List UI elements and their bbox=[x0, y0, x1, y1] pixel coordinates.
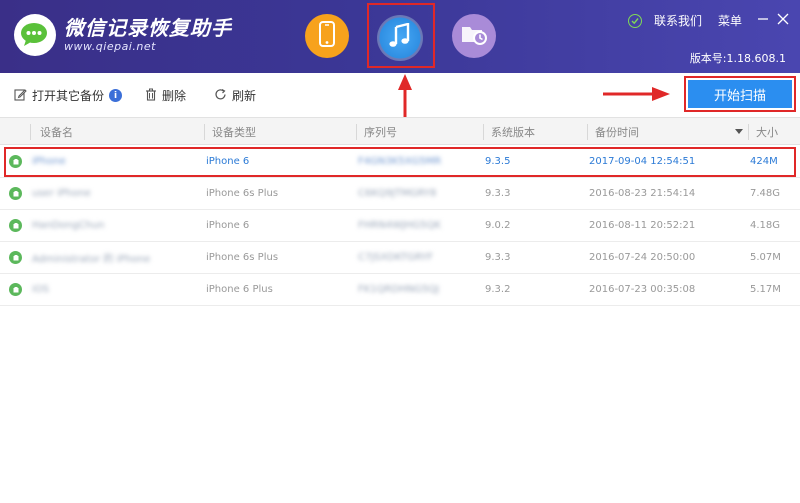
backup-size: 7.48G bbox=[750, 188, 781, 199]
column-header-backup-time[interactable]: 备份时间 bbox=[587, 125, 639, 139]
table-row[interactable]: iPhone iPhone 6 F4GN3K5XG5MR 9.3.5 2017-… bbox=[0, 146, 800, 178]
app-url: www.qiepai.net bbox=[64, 40, 156, 53]
minimize-icon bbox=[757, 13, 769, 28]
menu-link[interactable]: 菜单 bbox=[718, 12, 742, 29]
device-type: iPhone 6s Plus bbox=[206, 252, 279, 263]
start-scan-button[interactable]: 开始扫描 bbox=[688, 80, 792, 108]
device-icon bbox=[9, 251, 22, 264]
os-version: 9.3.2 bbox=[485, 284, 511, 295]
device-icon bbox=[9, 155, 22, 168]
device-type: iPhone 6 bbox=[206, 156, 250, 167]
folder-clock-icon bbox=[460, 22, 488, 50]
os-version: 9.3.5 bbox=[485, 156, 511, 167]
itunes-highlight-box bbox=[367, 3, 435, 68]
serial-number: F4GN3K5XG5MR bbox=[358, 156, 442, 167]
table-row[interactable]: user iPhone iPhone 6s Plus C6KQ9JTMGRY8 … bbox=[0, 178, 800, 210]
app-window: 微信记录恢复助手 www.qiepai.net 联系我们 菜单 版本号:1.18… bbox=[0, 0, 800, 503]
close-button[interactable] bbox=[776, 13, 790, 28]
column-header-device-name[interactable]: 设备名 bbox=[32, 125, 73, 139]
backup-size: 5.07M bbox=[750, 252, 781, 263]
table-row[interactable]: iOS iPhone 6 Plus FK1QRDHNG5QJ 9.3.2 201… bbox=[0, 274, 800, 306]
table-row[interactable]: HanDongChun iPhone 6 FHRN4WJHG5QK 9.0.2 … bbox=[0, 210, 800, 242]
column-header-device-type[interactable]: 设备类型 bbox=[204, 125, 256, 139]
device-name: user iPhone bbox=[32, 188, 91, 199]
device-icon bbox=[9, 283, 22, 296]
table-row[interactable]: Administrator 的 iPhone iPhone 6s Plus C7… bbox=[0, 242, 800, 274]
device-name: Administrator 的 iPhone bbox=[32, 254, 151, 265]
delete-label: 删除 bbox=[162, 89, 187, 103]
app-logo: 微信记录恢复助手 www.qiepai.net bbox=[14, 14, 232, 56]
backup-time: 2017-09-04 12:54:51 bbox=[589, 156, 696, 167]
backup-size: 5.17M bbox=[750, 284, 781, 295]
open-other-backup-button[interactable]: 打开其它备份 i bbox=[14, 87, 123, 104]
serial-number: FHRN4WJHG5QK bbox=[358, 220, 441, 231]
device-type: iPhone 6s Plus bbox=[206, 188, 279, 199]
device-type: iPhone 6 bbox=[206, 220, 250, 231]
device-name: iPhone bbox=[32, 156, 66, 167]
device-name: iOS bbox=[32, 284, 49, 295]
backup-list: iPhone iPhone 6 F4GN3K5XG5MR 9.3.5 2017-… bbox=[0, 146, 800, 306]
column-header-serial[interactable]: 序列号 bbox=[356, 125, 397, 139]
delete-button[interactable]: 删除 bbox=[145, 87, 186, 104]
backup-size: 424M bbox=[750, 156, 778, 167]
backup-time: 2016-07-24 20:50:00 bbox=[589, 252, 696, 263]
app-title: 微信记录恢复助手 bbox=[64, 16, 232, 40]
refresh-button[interactable]: 刷新 bbox=[214, 87, 256, 104]
column-header-size[interactable]: 大小 bbox=[748, 125, 778, 139]
os-version: 9.3.3 bbox=[485, 252, 511, 263]
serial-number: C6KQ9JTMGRY8 bbox=[358, 188, 437, 199]
device-name: HanDongChun bbox=[32, 220, 105, 231]
backup-time: 2016-08-11 20:52:21 bbox=[589, 220, 696, 231]
sort-descending-icon[interactable] bbox=[735, 129, 743, 134]
toolbar: 打开其它备份 i 删除 刷新 bbox=[0, 73, 800, 117]
os-version: 9.3.3 bbox=[485, 188, 511, 199]
minimize-button[interactable] bbox=[756, 14, 770, 28]
backup-size: 4.18G bbox=[750, 220, 781, 231]
refresh-icon bbox=[214, 88, 232, 104]
version-label: 版本号:1.18.608.1 bbox=[689, 52, 786, 65]
os-version: 9.0.2 bbox=[485, 220, 511, 231]
trash-icon bbox=[145, 88, 162, 104]
device-type: iPhone 6 Plus bbox=[206, 284, 273, 295]
device-icon bbox=[9, 219, 22, 232]
iphone-mode-button[interactable] bbox=[305, 14, 349, 58]
iphone-icon bbox=[317, 21, 337, 51]
column-header-os-version[interactable]: 系统版本 bbox=[483, 125, 535, 139]
serial-number: C7JSXDKTGRYF bbox=[358, 252, 433, 263]
table-header: 设备名 设备类型 序列号 系统版本 备份时间 大小 bbox=[0, 117, 800, 145]
serial-number: FK1QRDHNG5QJ bbox=[358, 284, 440, 295]
open-other-backup-label: 打开其它备份 bbox=[32, 89, 105, 103]
info-icon[interactable]: i bbox=[109, 89, 123, 102]
device-icon bbox=[9, 187, 22, 200]
contact-us-link[interactable]: 联系我们 bbox=[654, 12, 702, 29]
edit-icon bbox=[14, 88, 32, 104]
column-separator bbox=[30, 124, 31, 140]
files-mode-button[interactable] bbox=[452, 14, 496, 58]
wechat-logo-icon bbox=[14, 14, 56, 56]
close-icon bbox=[777, 13, 789, 28]
backup-time: 2016-08-23 21:54:14 bbox=[589, 188, 696, 199]
refresh-label: 刷新 bbox=[232, 89, 257, 103]
online-status-icon[interactable] bbox=[627, 13, 642, 28]
backup-time: 2016-07-23 00:35:08 bbox=[589, 284, 696, 295]
